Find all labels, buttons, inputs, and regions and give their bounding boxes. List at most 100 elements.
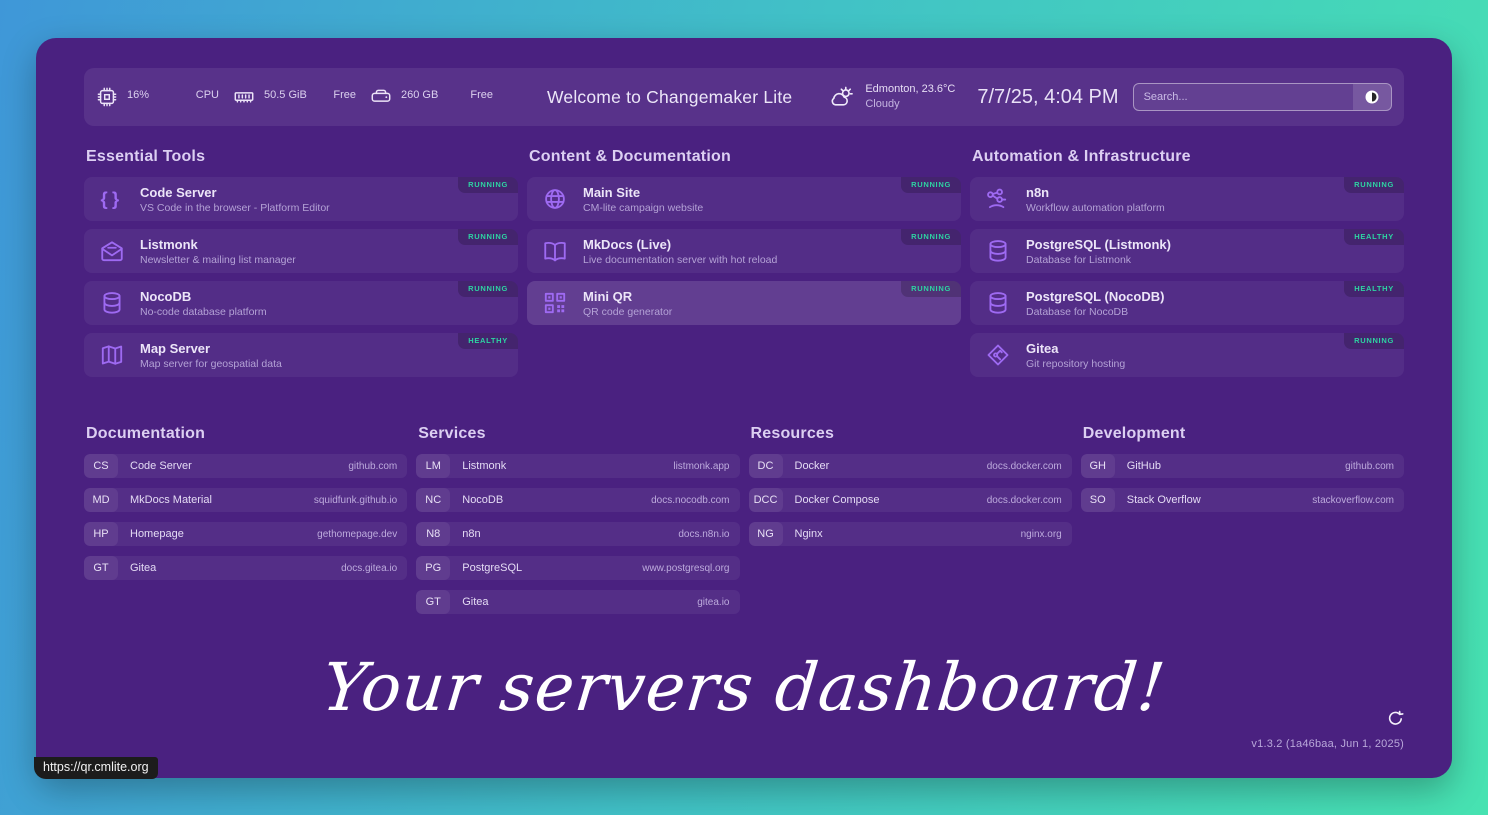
bookmark-row[interactable]: HP Homepage gethomepage.dev [84, 522, 407, 546]
bookmark-row[interactable]: MD MkDocs Material squidfunk.github.io [84, 488, 407, 512]
search-bar [1133, 83, 1392, 111]
service-name: NocoDB [140, 289, 267, 304]
bookmark-row[interactable]: GT Gitea docs.gitea.io [84, 556, 407, 580]
bookmark-url: docs.n8n.io [678, 529, 739, 540]
bookmark-name: MkDocs Material [130, 494, 212, 506]
service-card[interactable]: MkDocs (Live) Live documentation server … [527, 229, 961, 273]
bookmark-group: Resources DC Docker docs.docker.com DCC … [749, 425, 1072, 546]
cpu-value: 16% [127, 89, 149, 101]
bookmark-row[interactable]: PG PostgreSQL www.postgresql.org [416, 556, 739, 580]
service-name: Mini QR [583, 289, 672, 304]
service-card[interactable]: Listmonk Newsletter & mailing list manag… [84, 229, 518, 273]
service-card[interactable]: {} Code Server VS Code in the browser - … [84, 177, 518, 221]
service-card[interactable]: n8n Workflow automation platform RUNNING [970, 177, 1404, 221]
weather-location-temp: Edmonton, 23.6°C [865, 83, 955, 95]
service-name: Main Site [583, 185, 703, 200]
header-bar: 16% CPU 50.5 GiB Free [84, 68, 1404, 126]
bookmark-row[interactable]: DC Docker docs.docker.com [749, 454, 1072, 478]
service-card[interactable]: PostgreSQL (Listmonk) Database for Listm… [970, 229, 1404, 273]
weather-condition: Cloudy [865, 98, 899, 110]
bookmark-abbr: GT [84, 556, 118, 580]
bookmark-url: stackoverflow.com [1312, 495, 1404, 506]
service-description: Newsletter & mailing list manager [140, 254, 296, 266]
bookmarks-grid: Documentation CS Code Server github.com … [84, 425, 1404, 614]
service-description: QR code generator [583, 306, 672, 318]
bookmark-abbr: MD [84, 488, 118, 512]
bookmark-row[interactable]: GT Gitea gitea.io [416, 590, 739, 614]
bookmark-row[interactable]: LM Listmonk listmonk.app [416, 454, 739, 478]
bookmark-row[interactable]: NG Nginx nginx.org [749, 522, 1072, 546]
service-card[interactable]: Gitea Git repository hosting RUNNING [970, 333, 1404, 377]
bookmark-group-title: Documentation [86, 425, 407, 443]
service-group: Automation & Infrastructure n8n Workflow… [970, 148, 1404, 377]
status-badge: RUNNING [458, 229, 518, 245]
disk-label: Free [470, 89, 493, 101]
service-name: Code Server [140, 185, 330, 200]
service-group-title: Content & Documentation [529, 148, 961, 166]
cpu-icon [96, 86, 118, 108]
bookmark-abbr: SO [1081, 488, 1115, 512]
link-preview-tooltip: https://qr.cmlite.org [34, 757, 158, 779]
bookmark-row[interactable]: CS Code Server github.com [84, 454, 407, 478]
bookmark-url: nginx.org [1021, 529, 1072, 540]
refresh-button[interactable] [1387, 710, 1404, 727]
mail-icon [98, 238, 126, 264]
bookmark-url: gethomepage.dev [317, 529, 407, 540]
bookmark-name: Gitea [462, 596, 488, 608]
search-engine-icon [1364, 89, 1380, 105]
bookmark-url: docs.gitea.io [341, 563, 407, 574]
status-badge: HEALTHY [1344, 281, 1404, 297]
bookmark-row[interactable]: N8 n8n docs.n8n.io [416, 522, 739, 546]
page-title: Welcome to Changemaker Lite [547, 87, 792, 108]
status-badge: RUNNING [1344, 333, 1404, 349]
cpu-label: CPU [196, 89, 219, 101]
database-icon [984, 238, 1012, 264]
service-name: MkDocs (Live) [583, 237, 777, 252]
service-description: No-code database platform [140, 306, 267, 318]
bookmark-url: gitea.io [697, 597, 739, 608]
bookmark-group-title: Services [418, 425, 739, 443]
bookmark-name: PostgreSQL [462, 562, 522, 574]
bookmark-row[interactable]: NC NocoDB docs.nocodb.com [416, 488, 739, 512]
service-card[interactable]: NocoDB No-code database platform RUNNING [84, 281, 518, 325]
memory-label: Free [333, 89, 356, 101]
footer-message: Your servers dashboard! [80, 650, 1408, 726]
service-cards: {} Code Server VS Code in the browser - … [84, 177, 518, 377]
search-button[interactable] [1353, 84, 1391, 110]
qr-icon [541, 290, 569, 316]
service-description: Database for Listmonk [1026, 254, 1171, 266]
bookmark-name: n8n [462, 528, 480, 540]
bookmark-name: NocoDB [462, 494, 503, 506]
service-cards: n8n Workflow automation platform RUNNING… [970, 177, 1404, 377]
service-card[interactable]: PostgreSQL (NocoDB) Database for NocoDB … [970, 281, 1404, 325]
status-badge: RUNNING [1344, 177, 1404, 193]
map-icon [98, 342, 126, 368]
bookmark-row[interactable]: SO Stack Overflow stackoverflow.com [1081, 488, 1404, 512]
status-badge: RUNNING [901, 281, 961, 297]
bookmark-group: Services LM Listmonk listmonk.app NC Noc… [416, 425, 739, 614]
search-input[interactable] [1134, 91, 1353, 103]
service-card[interactable]: Map Server Map server for geospatial dat… [84, 333, 518, 377]
service-description: Map server for geospatial data [140, 358, 282, 370]
service-name: Listmonk [140, 237, 296, 252]
status-badge: RUNNING [458, 281, 518, 297]
bookmark-name: Homepage [130, 528, 184, 540]
database-icon [984, 290, 1012, 316]
bookmark-abbr: PG [416, 556, 450, 580]
bookmark-name: Stack Overflow [1127, 494, 1201, 506]
services-grid: Essential Tools {} Code Server VS Code i… [84, 148, 1404, 377]
service-name: n8n [1026, 185, 1165, 200]
bookmark-name: Code Server [130, 460, 192, 472]
service-card[interactable]: Main Site CM-lite campaign website RUNNI… [527, 177, 961, 221]
status-badge: HEALTHY [1344, 229, 1404, 245]
disk-value: 260 GB [401, 89, 438, 101]
service-card[interactable]: Mini QR QR code generator RUNNING [527, 281, 961, 325]
dashboard-panel: 16% CPU 50.5 GiB Free [36, 38, 1452, 778]
bookmark-row[interactable]: DCC Docker Compose docs.docker.com [749, 488, 1072, 512]
disk-widget: 260 GB Free [370, 86, 493, 108]
bookmark-row[interactable]: GH GitHub github.com [1081, 454, 1404, 478]
bookmark-name: Gitea [130, 562, 156, 574]
service-description: Live documentation server with hot reloa… [583, 254, 777, 266]
service-group-title: Essential Tools [86, 148, 518, 166]
bookmark-url: docs.nocodb.com [651, 495, 739, 506]
